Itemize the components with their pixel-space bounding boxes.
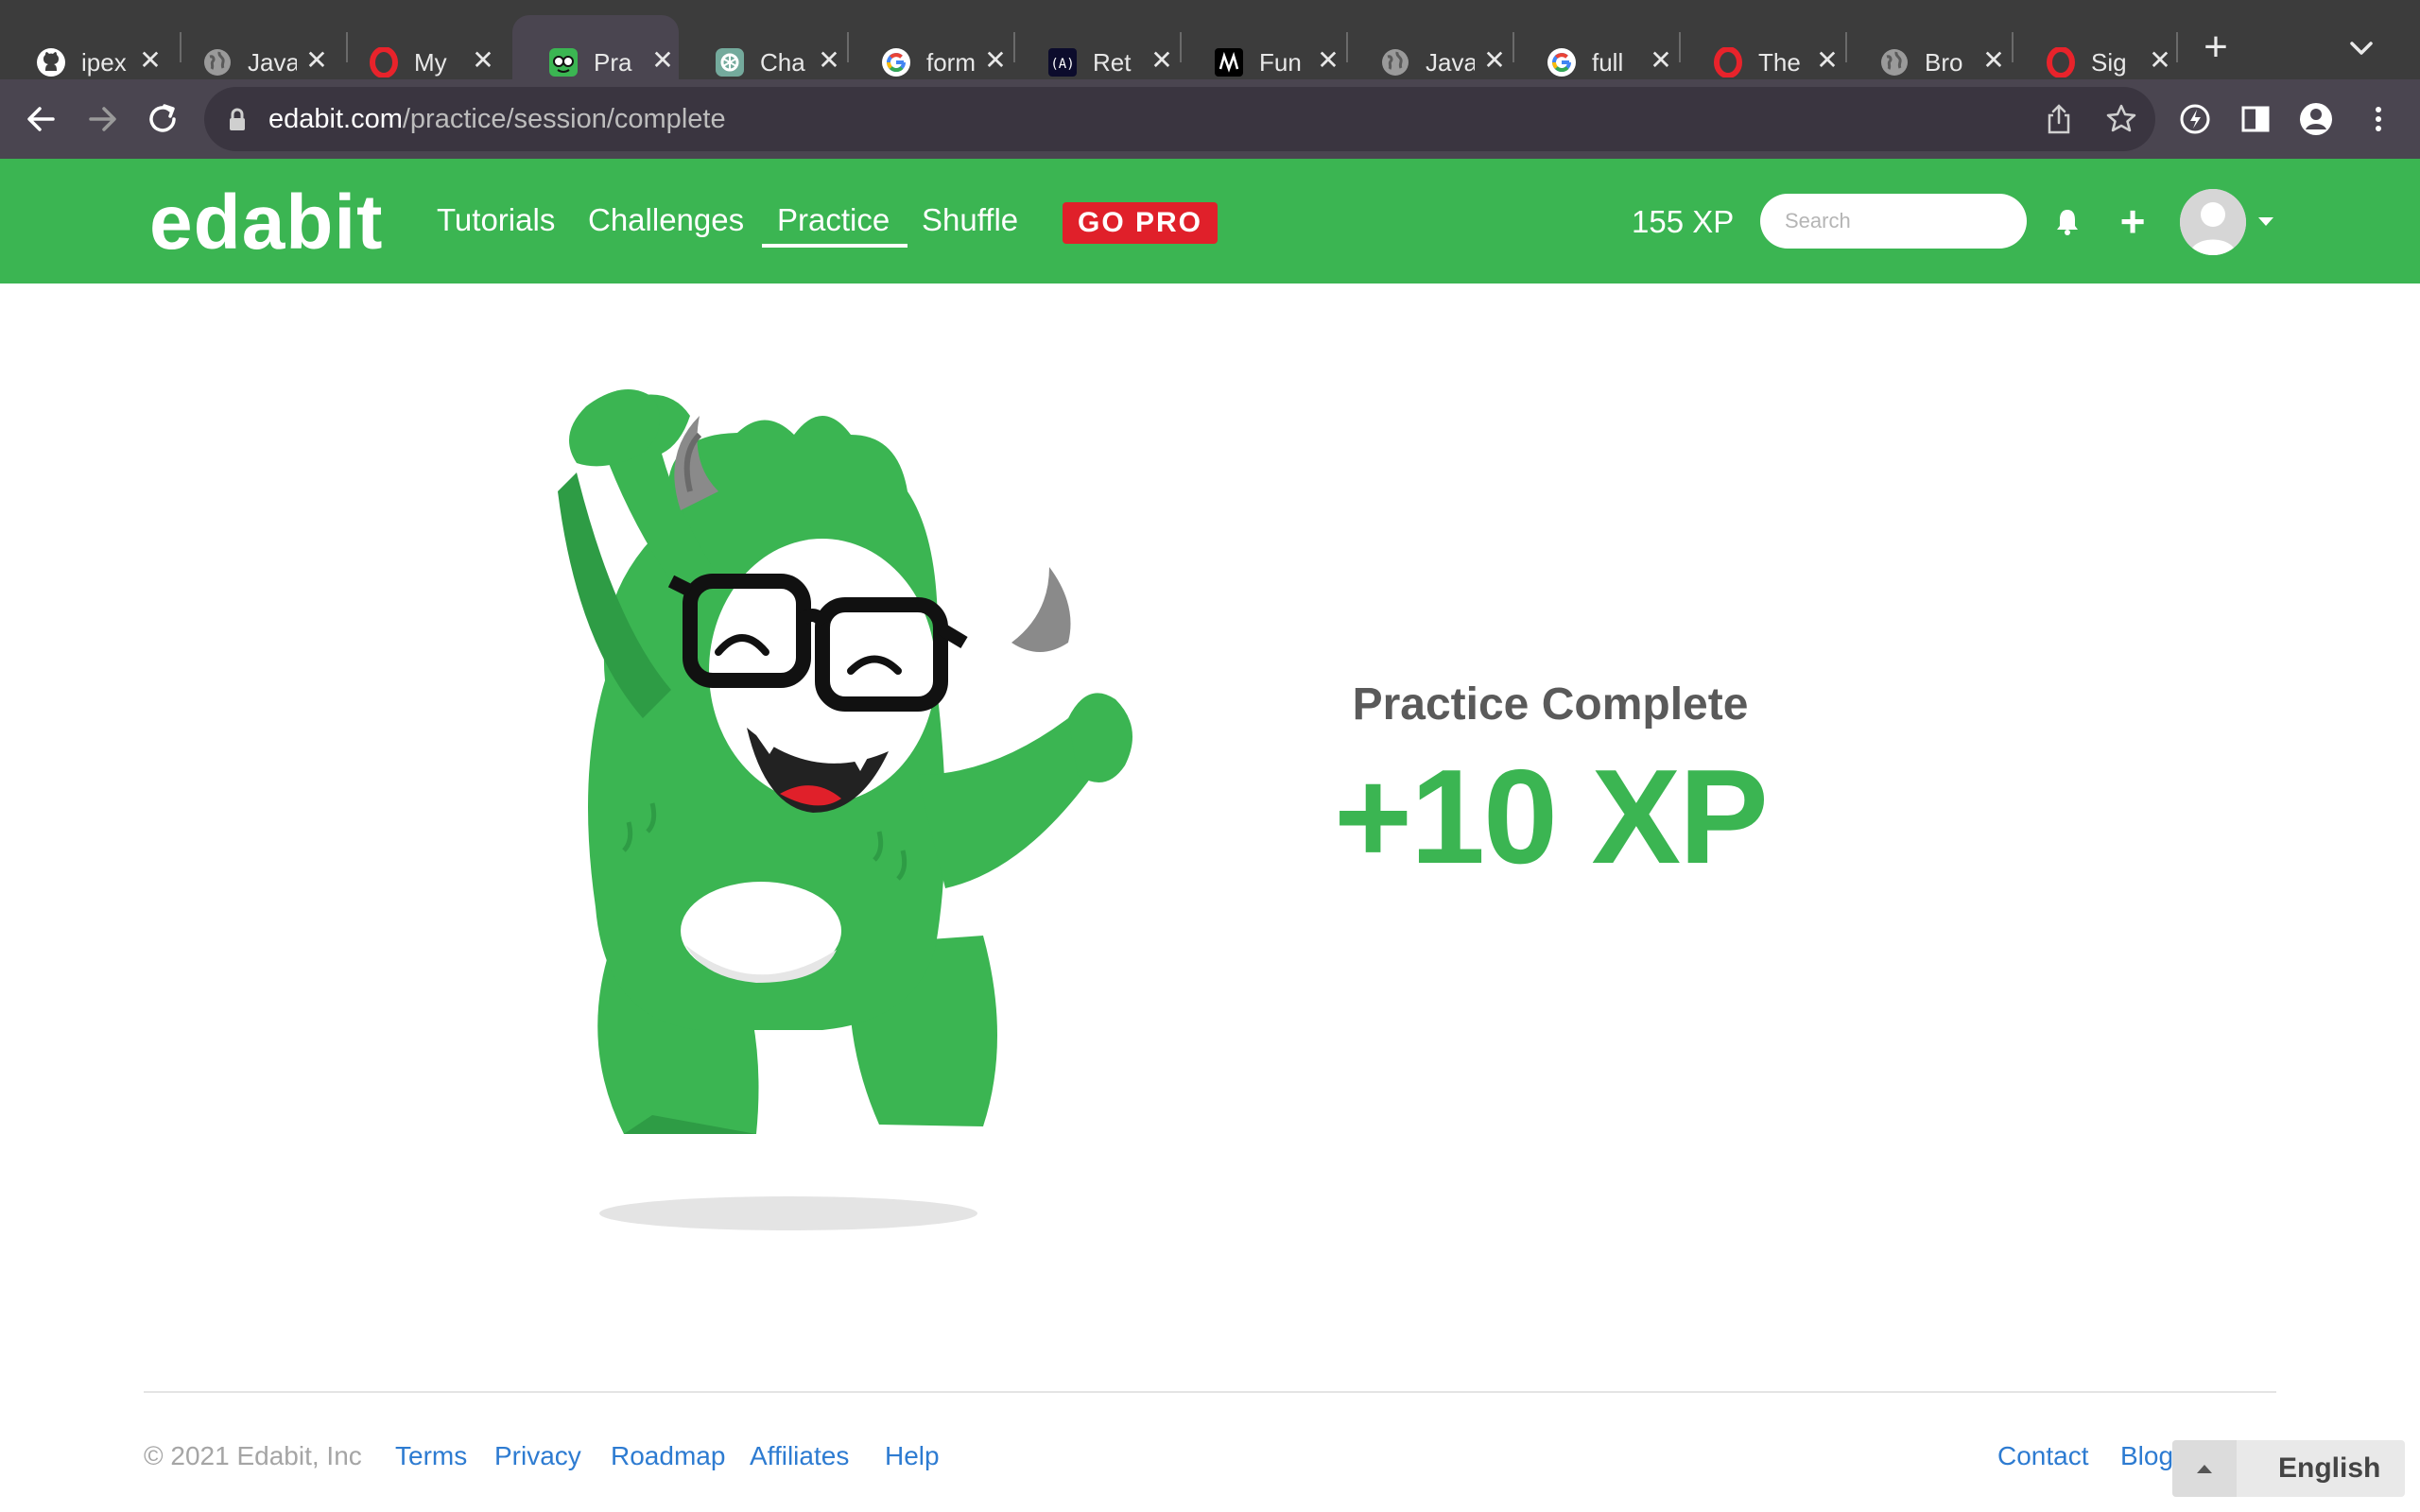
browser-tab[interactable]: My ✕ <box>333 15 499 79</box>
bookmark-star-icon[interactable] <box>2104 102 2138 136</box>
tab-title: My <box>414 48 447 77</box>
nav-practice[interactable]: Practice <box>777 200 890 240</box>
tab-close-icon[interactable]: ✕ <box>1148 46 1176 75</box>
language-toggle[interactable] <box>2172 1440 2237 1497</box>
caret-down-icon[interactable] <box>2256 214 2276 229</box>
search-input[interactable] <box>1760 194 2027 249</box>
browser-tab[interactable]: full ✕ <box>1511 15 1677 79</box>
browser-tab[interactable]: Cha ✕ <box>679 15 845 79</box>
browser-tab[interactable]: Java ✕ <box>1344 15 1511 79</box>
avatar[interactable] <box>2180 189 2246 255</box>
medium-icon <box>1215 48 1243 77</box>
default-avatar-icon <box>2180 189 2246 255</box>
lock-icon[interactable] <box>227 108 248 132</box>
globe-icon <box>1881 49 1908 76</box>
edabit-logo[interactable]: edabit <box>149 178 383 268</box>
back-arrow-icon[interactable] <box>21 98 62 140</box>
tab-title: The <box>1758 48 1801 77</box>
nav-shuffle[interactable]: Shuffle <box>922 200 1018 240</box>
footer-link-help[interactable]: Help <box>885 1440 940 1472</box>
url-text[interactable]: edabit.com/practice/session/complete <box>268 103 726 135</box>
tab-title: form <box>926 48 976 77</box>
caret-up-icon <box>2197 1465 2212 1473</box>
tab-close-icon[interactable]: ✕ <box>1813 46 1841 75</box>
go-pro-button[interactable]: GO PRO <box>1063 202 1218 244</box>
tab-title: Bro <box>1925 48 1963 77</box>
browser-tab[interactable]: Sig ✕ <box>2010 15 2176 79</box>
profile-icon[interactable] <box>2297 100 2335 138</box>
tab-title: Java <box>248 48 297 77</box>
tab-close-icon[interactable]: ✕ <box>1480 46 1509 75</box>
globe-icon <box>1382 49 1409 76</box>
tab-close-icon[interactable]: ✕ <box>1314 46 1342 75</box>
copyright: © 2021 Edabit, Inc <box>144 1441 362 1470</box>
svg-text:(A): (A) <box>1050 57 1074 72</box>
tab-close-icon[interactable]: ✕ <box>981 46 1010 75</box>
browser-tab[interactable]: Java ✕ <box>166 15 333 79</box>
footer-link-roadmap[interactable]: Roadmap <box>611 1440 725 1472</box>
tab-separator <box>2176 32 2178 62</box>
tab-title: Ret <box>1093 48 1132 77</box>
chevron-down-icon[interactable] <box>2342 32 2380 66</box>
tab-title: ipex <box>81 48 127 77</box>
tab-close-icon[interactable]: ✕ <box>648 46 677 75</box>
nav-challenges[interactable]: Challenges <box>588 200 744 240</box>
tab-close-icon[interactable]: ✕ <box>1979 46 2008 75</box>
add-icon[interactable]: + <box>2116 199 2150 243</box>
tab-title: Java <box>1426 48 1475 77</box>
footer-link-privacy[interactable]: Privacy <box>494 1440 581 1472</box>
browser-tab[interactable]: Bro ✕ <box>1843 15 2010 79</box>
footer-link-affiliates[interactable]: Affiliates <box>750 1440 849 1472</box>
footer-link-terms[interactable]: Terms <box>395 1440 467 1472</box>
scrimba-icon: (A) <box>1048 48 1077 77</box>
footer-divider <box>144 1391 2276 1393</box>
reload-icon[interactable] <box>142 98 183 140</box>
mascot-illustration <box>558 389 1132 1230</box>
kebab-menu-icon[interactable] <box>2360 100 2397 138</box>
globe-icon <box>204 49 231 76</box>
tab-title: Sig <box>2091 48 2127 77</box>
tab-close-icon[interactable]: ✕ <box>136 46 164 75</box>
xp-total: 155 XP <box>1632 204 1735 239</box>
opera-icon <box>1714 47 1742 77</box>
extension-icon[interactable] <box>2176 100 2214 138</box>
new-tab-button[interactable]: + <box>2195 26 2237 70</box>
tab-title: Fun <box>1259 48 1302 77</box>
tab-title: full <box>1592 48 1624 77</box>
xp-gain: +10 XP <box>1334 742 1769 892</box>
tab-close-icon[interactable]: ✕ <box>1647 46 1675 75</box>
browser-tab[interactable]: ipex ✕ <box>0 15 166 79</box>
browser-tab[interactable]: (A) Ret ✕ <box>1011 15 1178 79</box>
tab-title: Pra <box>594 48 632 77</box>
opera-icon <box>370 47 398 77</box>
github-icon <box>37 48 65 77</box>
browser-tab-active[interactable]: Pra ✕ <box>512 15 679 79</box>
side-panel-icon[interactable] <box>2237 100 2274 138</box>
browser-tab[interactable]: form ✕ <box>845 15 1011 79</box>
nav-active-indicator <box>762 244 908 248</box>
footer-link-blog[interactable]: Blog <box>2120 1440 2173 1472</box>
tab-close-icon[interactable]: ✕ <box>469 46 497 75</box>
google-icon <box>882 48 910 77</box>
nav-tutorials[interactable]: Tutorials <box>437 200 555 240</box>
tab-close-icon[interactable]: ✕ <box>302 46 331 75</box>
tab-title: Cha <box>760 48 805 77</box>
tab-close-icon[interactable]: ✕ <box>815 46 843 75</box>
footer-link-contact[interactable]: Contact <box>1997 1440 2089 1472</box>
url-path: /practice/session/complete <box>402 104 726 134</box>
chatgpt-icon <box>716 48 744 77</box>
notification-bell-icon[interactable] <box>2051 206 2083 238</box>
share-icon[interactable] <box>2042 102 2076 136</box>
browser-tab[interactable]: Fun ✕ <box>1178 15 1344 79</box>
browser-tab[interactable]: The ✕ <box>1677 15 1843 79</box>
practice-complete-title: Practice Complete <box>1352 679 1749 730</box>
opera-icon <box>2047 47 2075 77</box>
forward-arrow-icon[interactable] <box>81 98 123 140</box>
language-label: English <box>2278 1452 2381 1484</box>
tab-close-icon[interactable]: ✕ <box>2146 46 2174 75</box>
url-host: edabit.com <box>268 104 403 134</box>
google-icon <box>1547 48 1576 77</box>
edabit-icon <box>549 48 578 77</box>
